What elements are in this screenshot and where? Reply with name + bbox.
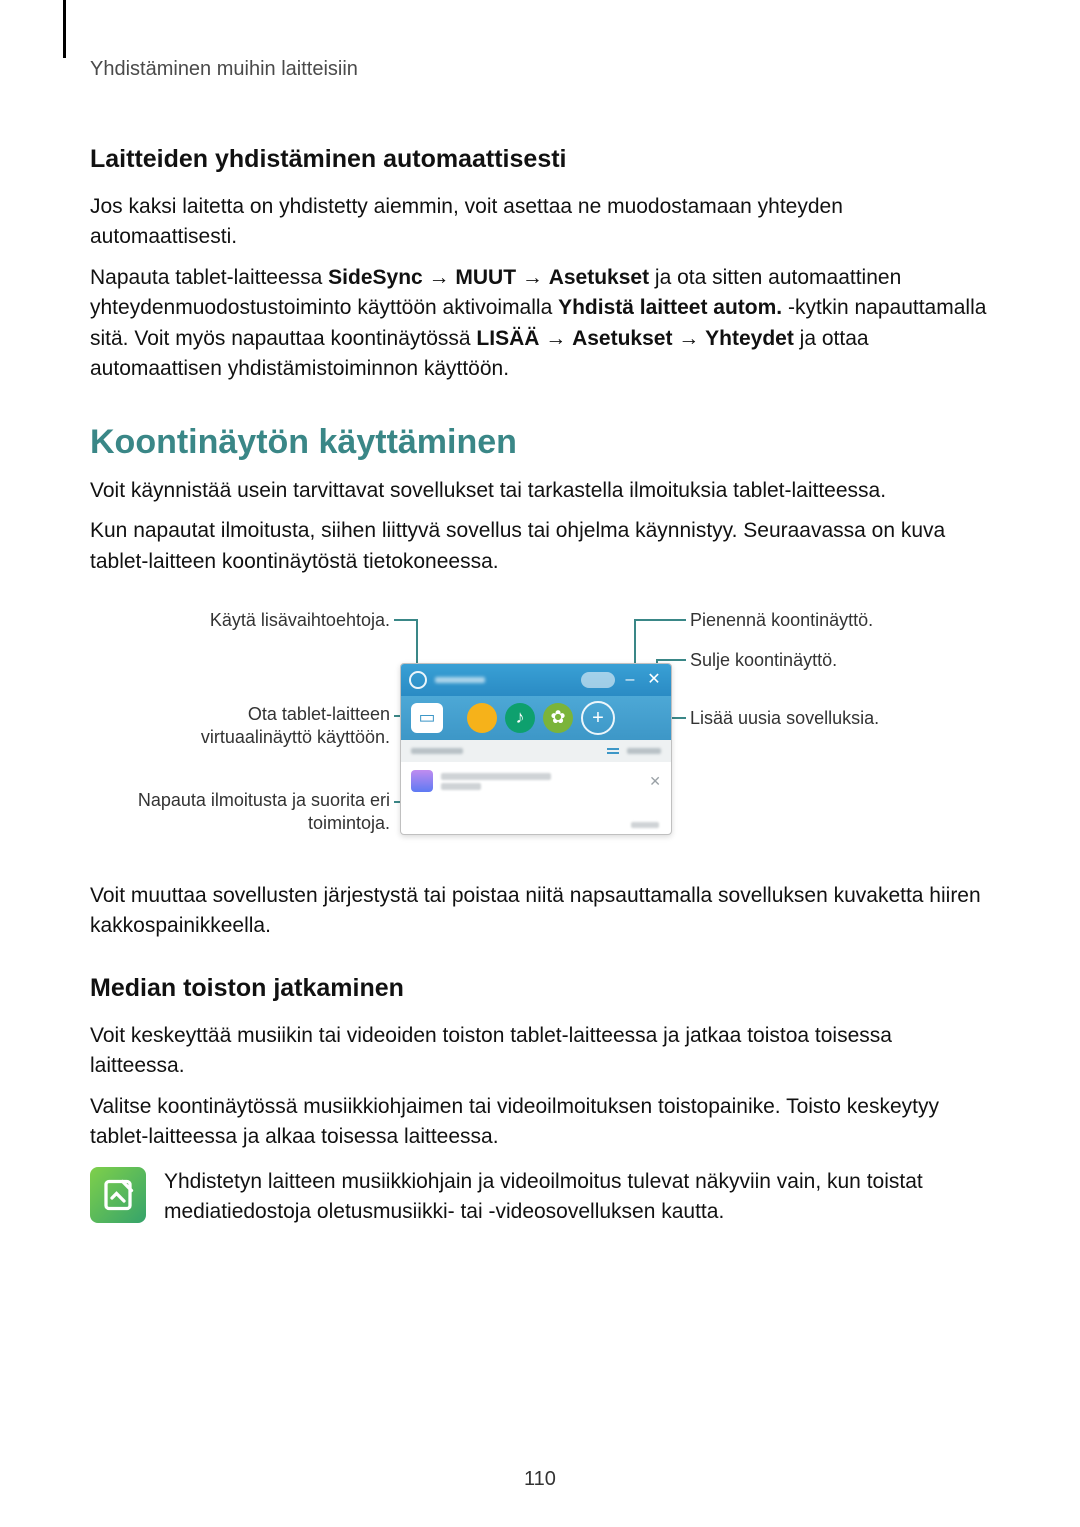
callout-virtual: Ota tablet-laitteen virtuaalinäyttö käyt… [90, 703, 390, 750]
callout-notif-line1: Napauta ilmoitusta ja suorita eri [138, 790, 390, 810]
list-icon [607, 746, 619, 756]
callout-minimize: Pienennä koontinäyttö. [690, 609, 873, 632]
callout-virtual-line2: virtuaalinäyttö käyttöön. [201, 727, 390, 747]
para-koonti-1: Voit käynnistää usein tarvittavat sovell… [90, 476, 990, 506]
bold-lisaa: LISÄÄ [476, 327, 539, 350]
para-media-2: Valitse koontinäytössä musiikkiohjaimen … [90, 1092, 990, 1153]
refresh-icon [409, 671, 427, 689]
heading-auto-connect: Laitteiden yhdistäminen automaattisesti [90, 145, 990, 174]
note-block: Yhdistetyn laitteen musiikkiohjain ja vi… [90, 1167, 990, 1228]
close-icon: ✕ [645, 671, 663, 689]
more-pill [581, 672, 615, 688]
arrow: → [539, 327, 572, 350]
dashboard-window-illustration: – ✕ ▭ ♪ ✿ + ✕ [400, 663, 672, 835]
callout-options: Käytä lisävaihtoehtoja. [90, 609, 390, 632]
add-app-icon: + [581, 701, 615, 735]
callout-virtual-line1: Ota tablet-laitteen [248, 704, 390, 724]
text: Napauta tablet-laitteessa [90, 266, 328, 289]
arrow: → [516, 266, 549, 289]
dashboard-diagram: Käytä lisävaihtoehtoja. Ota tablet-laitt… [90, 595, 990, 855]
gallery-icon: ✿ [543, 703, 573, 733]
callout-addapps: Lisää uusia sovelluksia. [690, 707, 879, 730]
app-strip: ▭ ♪ ✿ + [401, 696, 671, 740]
note-text: Yhdistetyn laitteen musiikkiohjain ja vi… [164, 1167, 990, 1228]
app-chip-yellow [467, 703, 497, 733]
bold-yhdista: Yhdistä laitteet autom. [558, 296, 782, 319]
callout-notification: Napauta ilmoitusta ja suorita eri toimin… [90, 789, 390, 836]
bold-sidesync: SideSync [328, 266, 423, 289]
notif-time-blur [631, 822, 659, 828]
para-media-1: Voit keskeyttää musiikin tai videoiden t… [90, 1021, 990, 1082]
notif-label-blur [411, 748, 463, 754]
arrow: → [423, 266, 456, 289]
notif-text-blur [441, 770, 641, 793]
para-koonti-2: Kun napautat ilmoitusta, siihen liittyvä… [90, 516, 990, 577]
leader-line [394, 619, 418, 621]
leader-line [656, 659, 686, 661]
notification-header [401, 740, 671, 762]
arrow: → [672, 327, 705, 350]
window-title-blur [435, 677, 485, 683]
page-number: 110 [0, 1468, 1080, 1491]
notif-app-icon [411, 770, 433, 792]
bold-asetukset2: Asetukset [572, 327, 672, 350]
leader-line [634, 619, 686, 621]
callout-close: Sulje koontinäyttö. [690, 649, 837, 672]
clear-all-blur [627, 748, 661, 754]
bold-asetukset: Asetukset [549, 266, 649, 289]
running-header: Yhdistäminen muihin laitteisiin [90, 58, 990, 81]
heading-media: Median toiston jatkaminen [90, 974, 990, 1003]
callout-notif-line2: toimintoja. [308, 813, 390, 833]
page-content: Yhdistäminen muihin laitteisiin Laitteid… [0, 0, 1080, 1227]
heading-koontinaytto: Koontinäytön käyttäminen [90, 423, 990, 462]
notification-item: ✕ [401, 762, 671, 801]
note-icon [90, 1167, 146, 1223]
minimize-icon: – [621, 671, 639, 689]
tablet-icon: ▭ [411, 703, 443, 733]
para-auto-1: Jos kaksi laitetta on yhdistetty aiemmin… [90, 192, 990, 253]
bold-muut: MUUT [455, 266, 516, 289]
dismiss-icon: ✕ [649, 773, 661, 790]
page-spine-mark [63, 0, 66, 58]
para-after-diagram: Voit muuttaa sovellusten järjestystä tai… [90, 881, 990, 942]
bold-yhteydet: Yhteydet [705, 327, 794, 350]
para-auto-2: Napauta tablet-laitteessa SideSync → MUU… [90, 263, 990, 385]
music-icon: ♪ [505, 703, 535, 733]
window-titlebar: – ✕ [401, 664, 671, 696]
